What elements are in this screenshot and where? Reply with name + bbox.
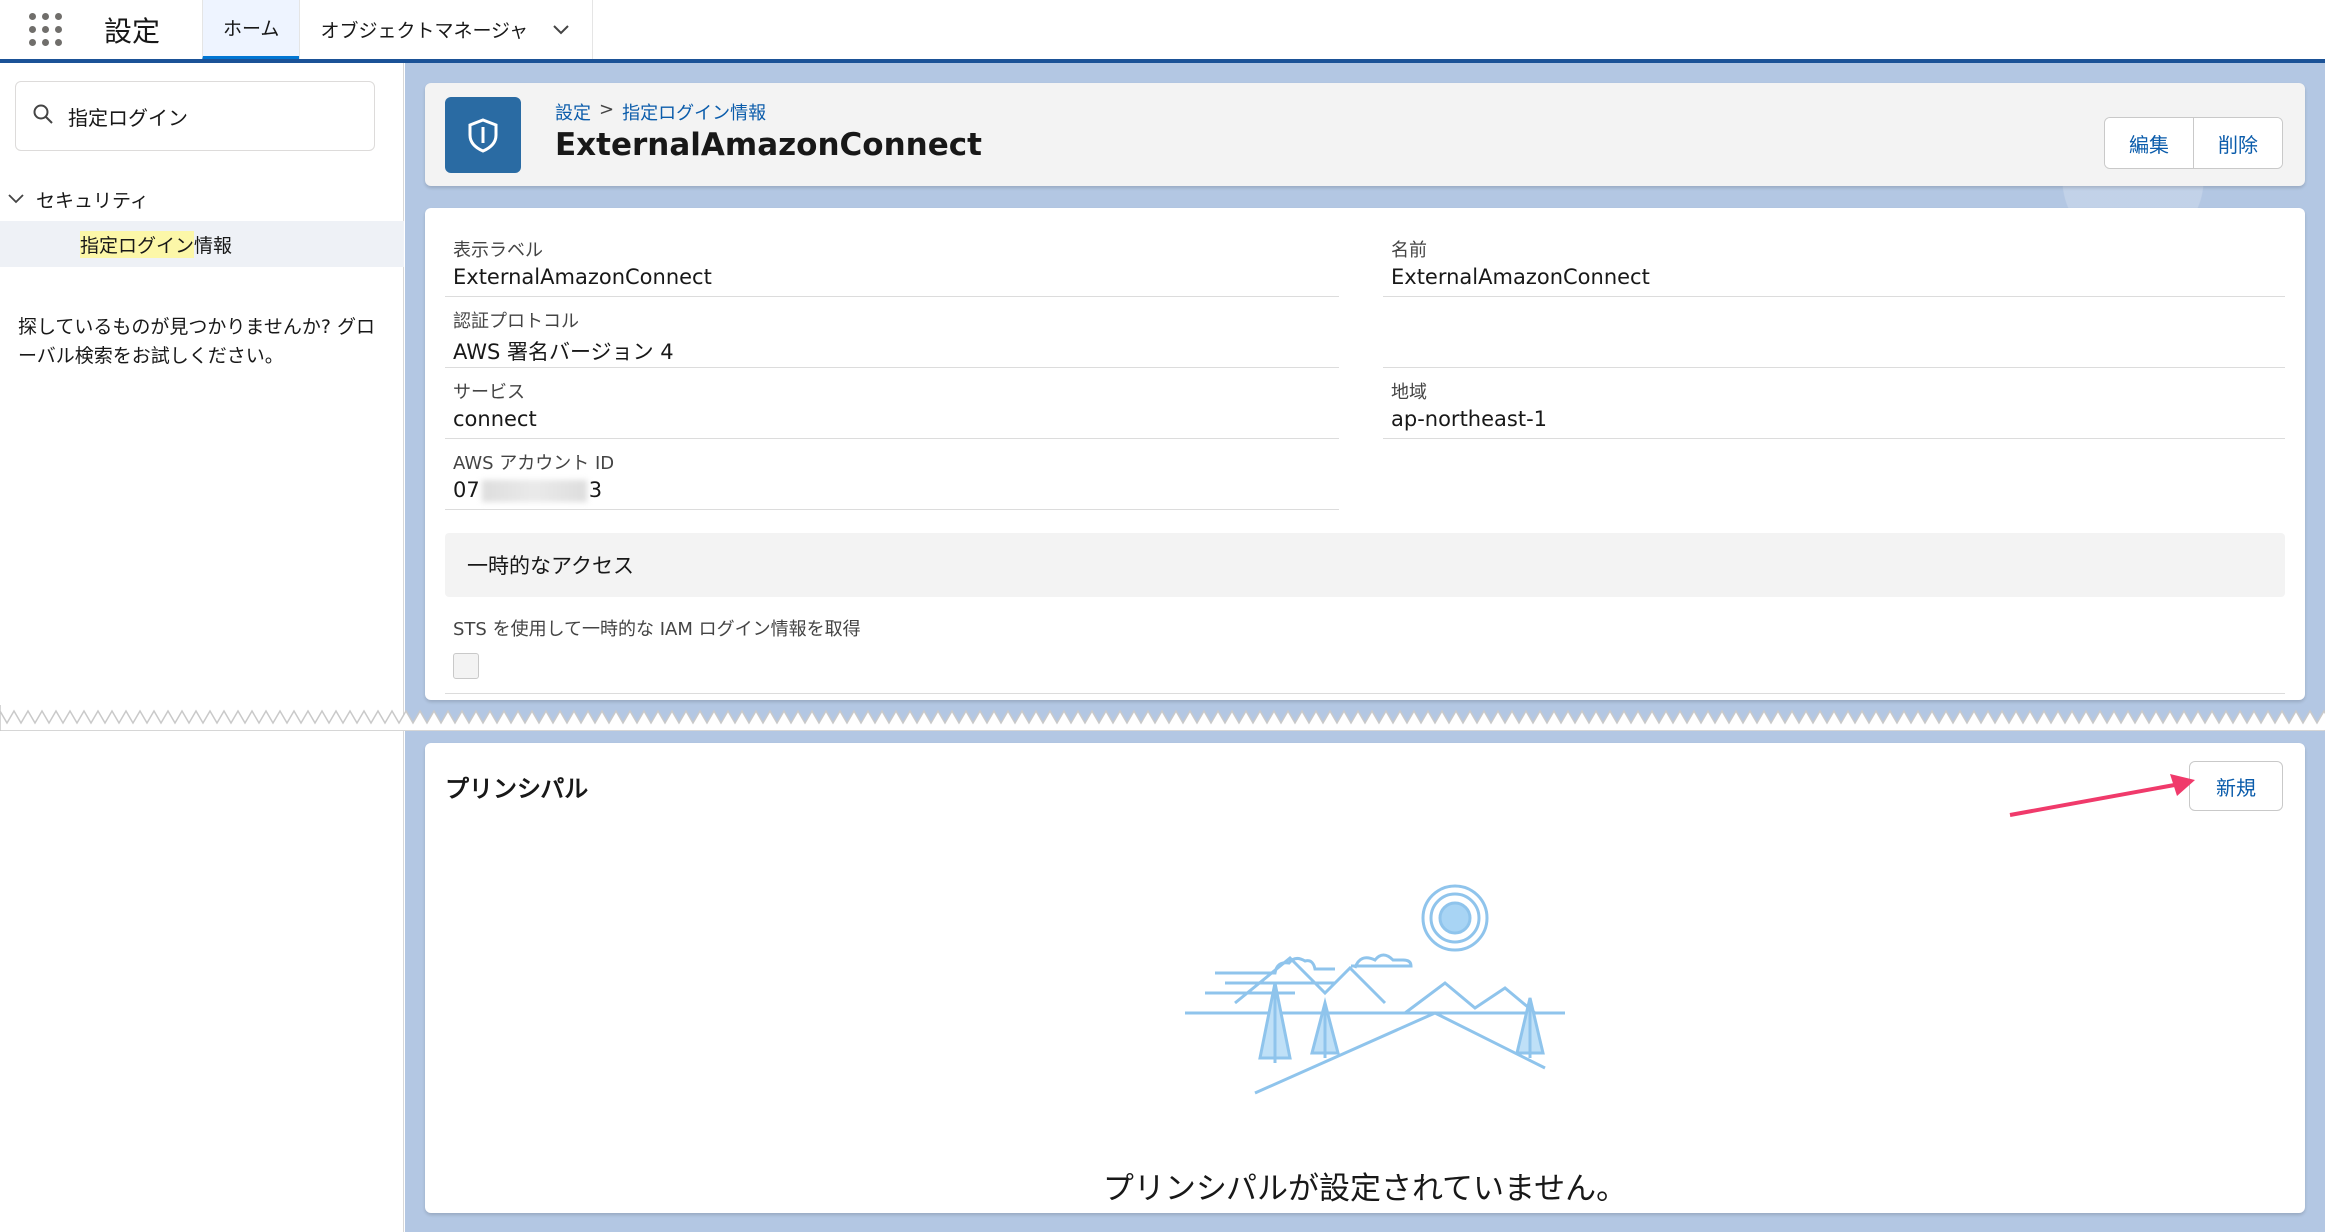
app-launcher-icon: [28, 13, 62, 46]
edit-button[interactable]: 編集: [2105, 118, 2193, 168]
main-content: 設定 > 指定ログイン情報 ExternalAmazonConnect 編集 削…: [405, 63, 2325, 1232]
field-aws-account-id: AWS アカウント ID 07 3: [445, 441, 1339, 510]
breadcrumb: 設定 > 指定ログイン情報: [555, 99, 766, 125]
setup-sidebar: セキュリティ 指定ログイン情報 探しているものが見つかりませんか? グローバル検…: [0, 63, 404, 1232]
app-name: 設定: [104, 14, 161, 48]
header-actions: 編集 削除: [2104, 117, 2283, 169]
annotation-arrow: [2009, 774, 2195, 817]
screenshot-tear-edge: [0, 705, 2325, 731]
global-header: 設定 ホーム オブジェクトマネージャ: [0, 0, 2325, 60]
field-service-value: connect: [453, 407, 537, 431]
delete-button[interactable]: 削除: [2193, 118, 2282, 168]
field-service-caption: サービス: [453, 382, 525, 403]
tab-home-label: ホーム: [223, 18, 280, 40]
field-service: サービス connect: [445, 370, 1339, 439]
field-aws-account-id-value: 07 3: [453, 478, 602, 502]
field-aws-account-id-caption: AWS アカウント ID: [453, 453, 615, 474]
section-title: 一時的なアクセス: [467, 554, 634, 578]
field-region-caption: 地域: [1391, 382, 1427, 403]
search-icon: [32, 103, 54, 129]
field-label: 表示ラベル ExternalAmazonConnect: [445, 228, 1339, 297]
empty-state-illustration: [1185, 884, 1565, 1095]
field-auth-protocol: 認証プロトコル AWS 署名バージョン 4: [445, 299, 1339, 368]
tree-group-security[interactable]: セキュリティ: [0, 179, 404, 219]
breadcrumb-setup[interactable]: 設定: [555, 99, 591, 125]
quick-find-input[interactable]: [68, 104, 348, 128]
divider: [445, 693, 2285, 694]
redacted-blur: [481, 480, 587, 502]
tree-group-label: セキュリティ: [36, 189, 149, 212]
account-id-suffix: 3: [588, 478, 603, 502]
app-launcher-button[interactable]: [0, 0, 90, 60]
field-region: 地域 ap-northeast-1: [1383, 370, 2285, 439]
shield-icon: [445, 97, 521, 173]
tree-item-label-rest: 情報: [194, 234, 233, 257]
field-label-value: ExternalAmazonConnect: [453, 265, 712, 289]
field-auth-protocol-caption: 認証プロトコル: [453, 311, 579, 332]
detail-panel: 表示ラベル ExternalAmazonConnect 名前 ExternalA…: [425, 208, 2305, 700]
sts-label: STS を使用して一時的な IAM ログイン情報を取得: [453, 619, 861, 640]
tab-home[interactable]: ホーム: [202, 0, 300, 60]
page-title: ExternalAmazonConnect: [555, 127, 982, 163]
field-name: 名前 ExternalAmazonConnect: [1383, 228, 2285, 297]
tree-item-highlight: 指定ログイン: [80, 230, 195, 258]
breadcrumb-separator: >: [599, 99, 615, 120]
chevron-down-icon[interactable]: [550, 19, 572, 41]
breadcrumb-named-credentials[interactable]: 指定ログイン情報: [622, 99, 766, 125]
tab-object-manager[interactable]: オブジェクトマネージャ: [299, 0, 592, 60]
tab-object-manager-label: オブジェクトマネージャ: [320, 20, 529, 42]
field-empty: [1383, 299, 2285, 368]
field-auth-protocol-value: AWS 署名バージョン 4: [453, 340, 674, 364]
help-text: 探しているものが見つかりませんか? グローバル検索をお試しください。: [18, 316, 375, 367]
section-temporary-access[interactable]: 一時的なアクセス: [445, 533, 2285, 597]
tab-divider: [592, 0, 594, 60]
tree-item-named-credentials[interactable]: 指定ログイン 情報: [0, 221, 404, 267]
chevron-down-icon[interactable]: [8, 188, 24, 210]
empty-state-message: プリンシパルが設定されていません。: [1102, 1171, 1628, 1207]
page-header: 設定 > 指定ログイン情報 ExternalAmazonConnect 編集 削…: [425, 83, 2305, 186]
field-name-value: ExternalAmazonConnect: [1391, 265, 1650, 289]
field-name-caption: 名前: [1391, 240, 1427, 261]
sts-checkbox: [453, 653, 479, 679]
principal-title: プリンシパル: [445, 775, 589, 803]
account-id-prefix: 07: [453, 478, 480, 502]
field-region-value: ap-northeast-1: [1391, 407, 1548, 431]
quick-find[interactable]: [15, 81, 375, 151]
field-label-caption: 表示ラベル: [453, 240, 543, 261]
